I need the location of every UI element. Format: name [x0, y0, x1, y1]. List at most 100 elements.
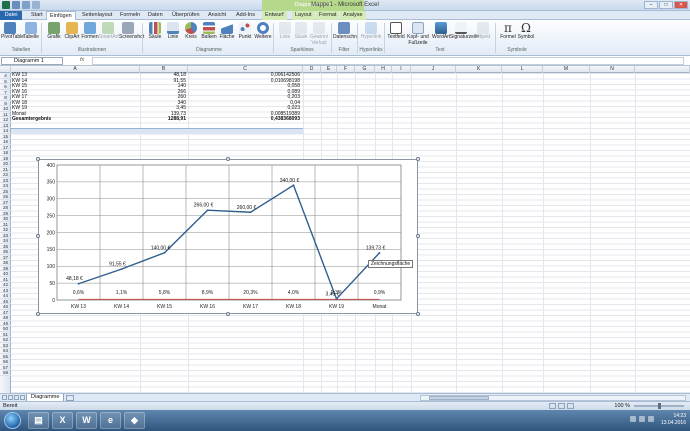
page-layout-view-icon[interactable] — [558, 403, 565, 409]
select-all-corner[interactable] — [0, 66, 11, 73]
taskbar-browser[interactable]: e — [100, 412, 121, 429]
taskbar-app[interactable]: ◆ — [124, 412, 145, 429]
hyperlink-button[interactable]: Hyperlink — [360, 22, 382, 41]
tab-view[interactable]: Ansicht — [205, 11, 229, 20]
status-bar: Bereit 100 % — [0, 401, 690, 410]
line-chart-button[interactable]: Linie — [164, 22, 182, 41]
screenshot-button[interactable]: Screenshot — [119, 22, 144, 41]
signature-line-button[interactable]: Signaturzeile — [450, 22, 479, 41]
taskbar-explorer[interactable]: ▤ — [28, 412, 49, 429]
resize-handle[interactable] — [416, 312, 420, 316]
winloss-button[interactable]: Gewinn/ Verlust — [309, 22, 329, 46]
smartart-button[interactable]: SmartArt — [99, 22, 119, 41]
volume-icon[interactable] — [648, 416, 654, 422]
network-icon[interactable] — [639, 416, 645, 422]
column-chart-button[interactable]: Säule — [146, 22, 164, 41]
next-sheet-icon[interactable] — [14, 395, 19, 400]
tab-formulas[interactable]: Formeln — [117, 11, 143, 20]
chart-object[interactable]: 0 50 100 150 200 250 300 350 400 KW 13 KW 14 KW 15 K… — [38, 159, 418, 314]
tab-file[interactable]: Datei — [0, 11, 22, 20]
tab-review[interactable]: Überprüfen — [169, 11, 203, 20]
sheet-navigation — [2, 395, 25, 400]
resize-handle[interactable] — [416, 234, 420, 238]
taskbar-word[interactable]: W — [76, 412, 97, 429]
other-charts-button[interactable]: Weitere — [254, 22, 272, 41]
page-break-view-icon[interactable] — [567, 403, 574, 409]
column-header-f[interactable]: F — [337, 66, 355, 73]
scrollbar-thumb[interactable] — [429, 396, 489, 400]
maximize-button[interactable]: □ — [659, 1, 673, 9]
shapes-button[interactable]: Formen — [81, 22, 99, 41]
pivottable-button[interactable]: PivotTable — [1, 22, 24, 41]
data-point — [77, 282, 80, 285]
clipart-button[interactable]: ClipArt — [63, 22, 81, 41]
tab-design[interactable]: Entwurf — [262, 11, 287, 20]
pie-chart-button[interactable]: Kreis — [182, 22, 200, 41]
tab-analyze[interactable]: Analyse — [340, 11, 366, 20]
slicer-button[interactable]: Datenschn. — [333, 22, 358, 41]
clock[interactable]: 14:23 13.04.2016 — [661, 413, 686, 427]
tab-home[interactable]: Start — [28, 11, 46, 20]
formula-input[interactable] — [92, 57, 684, 65]
tab-insert[interactable]: Einfügen — [46, 11, 76, 20]
minimize-button[interactable]: – — [644, 1, 658, 9]
last-sheet-icon[interactable] — [20, 395, 25, 400]
taskbar-excel[interactable]: X — [52, 412, 73, 429]
zoom-level[interactable]: 100 % — [614, 403, 630, 409]
table-cell-b[interactable]: 1288,91 — [140, 116, 186, 123]
table-cell-c[interactable]: 0,438368093 — [188, 116, 300, 123]
textbox-button[interactable]: Textfeld — [387, 22, 405, 41]
area-chart-button[interactable]: Fläche — [218, 22, 236, 41]
symbol-button[interactable]: Ω Symbol — [517, 22, 535, 41]
column-header-j[interactable]: J — [411, 66, 456, 73]
column-header-m[interactable]: M — [543, 66, 590, 73]
column-header-l[interactable]: L — [502, 66, 543, 73]
column-header-n[interactable]: N — [590, 66, 635, 73]
bar-chart-button[interactable]: Balken — [200, 22, 218, 41]
picture-button[interactable]: Grafik — [45, 22, 63, 41]
column-header-h[interactable]: H — [375, 66, 392, 73]
column-header-d[interactable]: D — [303, 66, 321, 73]
column-header-g[interactable]: G — [355, 66, 375, 73]
name-box[interactable]: Diagramm 1 — [1, 57, 63, 65]
line-chart[interactable]: 0 50 100 150 200 250 300 350 400 KW 13 KW 14 KW 15 K… — [39, 160, 419, 315]
group-label-tables: Tabellen — [11, 47, 31, 53]
resize-handle[interactable] — [36, 157, 40, 161]
object-button[interactable]: Objekt — [474, 22, 492, 41]
resize-handle[interactable] — [36, 234, 40, 238]
resize-handle[interactable] — [226, 312, 230, 316]
tab-format[interactable]: Format — [316, 11, 340, 20]
sparkline-column-button[interactable]: Säule — [292, 22, 310, 41]
header-footer-button[interactable]: Kopf- und Fußzeile — [405, 22, 431, 46]
table-cell-a[interactable]: Gesamtergebnis — [12, 116, 138, 123]
resize-handle[interactable] — [416, 157, 420, 161]
tab-addins[interactable]: Add-Ins — [233, 11, 258, 20]
equation-button[interactable]: π Formel — [499, 22, 517, 41]
scatter-chart-button[interactable]: Punkt — [236, 22, 254, 41]
start-button[interactable] — [4, 412, 21, 429]
zoom-slider-knob[interactable] — [658, 403, 661, 409]
tab-page-layout[interactable]: Seitenlayout — [79, 11, 115, 20]
resize-handle[interactable] — [36, 312, 40, 316]
column-header-a[interactable]: A — [11, 66, 140, 73]
normal-view-icon[interactable] — [549, 403, 556, 409]
tab-data[interactable]: Daten — [145, 11, 166, 20]
row-header[interactable]: 58 — [0, 370, 11, 376]
wordart-button[interactable]: WordArt — [432, 22, 450, 41]
zoom-slider[interactable] — [634, 403, 684, 409]
tray-icon[interactable] — [630, 416, 636, 422]
y-tick-label: 200 — [47, 230, 56, 236]
close-button[interactable]: ✕ — [674, 1, 688, 9]
tab-layout[interactable]: Layout — [292, 11, 315, 20]
resize-handle[interactable] — [226, 157, 230, 161]
insert-function-icon[interactable]: fx — [80, 57, 84, 63]
table-button[interactable]: Tabelle — [22, 22, 40, 41]
title-bar: Diagrammtools Mappe1 - Microsoft Excel –… — [0, 0, 690, 11]
column-header-e[interactable]: E — [321, 66, 337, 73]
pivottable-icon — [4, 22, 16, 34]
prev-sheet-icon[interactable] — [8, 395, 13, 400]
first-sheet-icon[interactable] — [2, 395, 7, 400]
column-header-k[interactable]: K — [456, 66, 502, 73]
column-header-i[interactable]: I — [392, 66, 411, 73]
secondary-data-label: 8,9% — [202, 290, 214, 296]
